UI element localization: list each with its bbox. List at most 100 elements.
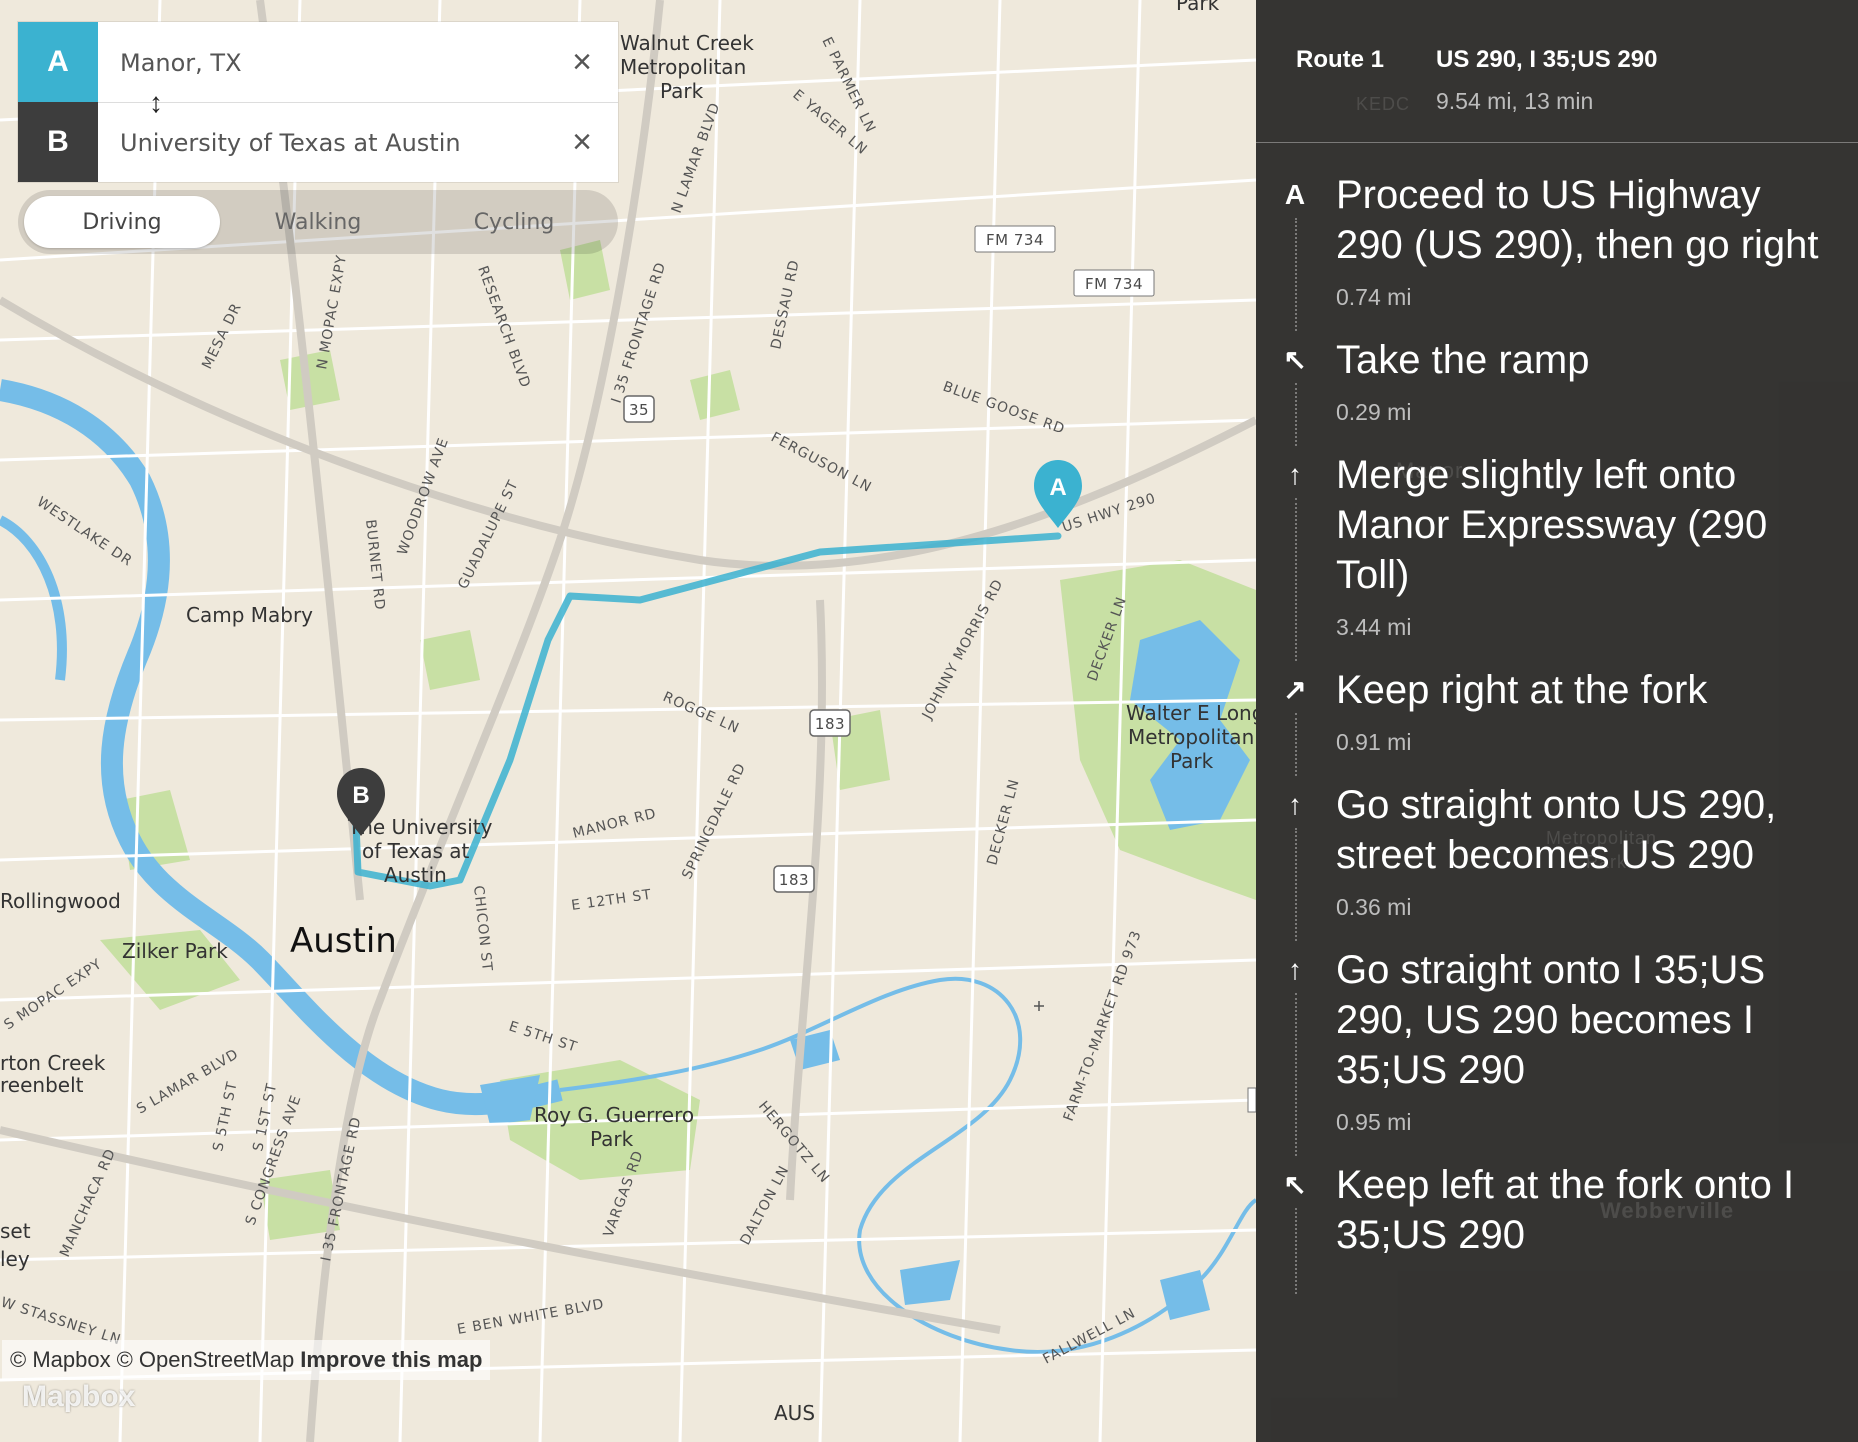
- straight-arrow-icon: ↑: [1288, 954, 1302, 985]
- profile-walking[interactable]: Walking: [220, 196, 416, 248]
- road-manchaca: MANCHACA RD: [57, 1146, 119, 1259]
- place-walter-long-2: Metropolitan: [1128, 725, 1254, 749]
- place-university-3: Austin: [384, 863, 447, 887]
- instruction-step[interactable]: ↗ Keep right at the fork 0.91 mi: [1256, 665, 1858, 780]
- destination-row: B ×: [18, 102, 618, 182]
- step-distance: 0.95 mi: [1336, 1109, 1412, 1135]
- shield-fm734-a: FM 734: [974, 225, 1056, 253]
- mapbox-logo[interactable]: Mapbox: [22, 1380, 135, 1414]
- step-instruction: Keep left at the fork onto I 35;US 290: [1336, 1163, 1795, 1257]
- instruction-step[interactable]: ↑ Go straight onto I 35;US 290, US 290 be…: [1256, 945, 1858, 1160]
- step-distance: 0.91 mi: [1336, 729, 1412, 755]
- instruction-step[interactable]: A Proceed to US Highway 290 (US 290), the…: [1256, 170, 1858, 335]
- road-manor-rd: MANOR RD: [571, 806, 658, 842]
- place-aus: AUS: [774, 1401, 815, 1425]
- step-connector: [1295, 713, 1297, 776]
- profile-driving[interactable]: Driving: [24, 196, 220, 248]
- shield-i35: 35: [623, 395, 655, 423]
- place-walter-long-1: Walter E Long: [1126, 701, 1256, 725]
- route-stats: 9.54 mi, 13 min: [1436, 88, 1594, 114]
- step-connector: [1295, 498, 1297, 661]
- place-barton-creek-1: rton Creek: [0, 1051, 106, 1075]
- road-dessau: DESSAU RD: [768, 258, 803, 351]
- step-connector: [1295, 1208, 1297, 1294]
- attribution-osm[interactable]: © OpenStreetMap: [117, 1347, 295, 1373]
- origin-clear-icon[interactable]: ×: [562, 42, 602, 82]
- destination-badge: B: [18, 102, 98, 182]
- origin-icon: A: [1284, 179, 1306, 210]
- straight-arrow-icon: ↑: [1288, 789, 1302, 820]
- svg-text:183: 183: [815, 715, 845, 733]
- road-s-mopac: S MOPAC EXPY: [1, 956, 105, 1033]
- svg-text:183: 183: [779, 871, 809, 889]
- place-university-2: of Texas at: [362, 839, 470, 863]
- route-name: Route 1: [1296, 46, 1385, 73]
- attribution-mapbox[interactable]: © Mapbox: [10, 1347, 111, 1373]
- step-instruction: Keep right at the fork: [1336, 668, 1708, 712]
- reverse-icon[interactable]: ↕: [142, 86, 170, 120]
- svg-text:35: 35: [629, 401, 649, 419]
- road-decker-b: DECKER LN: [984, 777, 1022, 867]
- instruction-step[interactable]: ↖ Keep left at the fork onto I 35;US 290: [1256, 1160, 1858, 1298]
- road-johnny-morris: JOHNNY MORRIS RD: [919, 576, 1007, 722]
- profile-switcher: Driving Walking Cycling: [18, 190, 618, 254]
- ramp-left-icon: ↖: [1283, 344, 1307, 375]
- svg-text:FM 734: FM 734: [986, 231, 1044, 249]
- profile-cycling[interactable]: Cycling: [416, 196, 612, 248]
- route-via: US 290, I 35;US 290: [1436, 46, 1658, 73]
- crosshair-icon: [1034, 1001, 1044, 1011]
- shield-us183-a: 183: [809, 709, 851, 737]
- road-e5th: E 5TH ST: [507, 1019, 580, 1056]
- step-distance: 3.44 mi: [1336, 614, 1412, 640]
- road-ferguson: FERGUSON LN: [768, 429, 874, 496]
- place-walnut-creek-3: Park: [660, 79, 704, 103]
- step-connector: [1295, 993, 1297, 1156]
- instruction-step[interactable]: ↑ Merge slightly left onto Manor Expressw…: [1256, 450, 1858, 665]
- road-westlake: WESTLAKE DR: [34, 494, 136, 570]
- road-s-5th: S 5TH ST: [210, 1080, 240, 1153]
- place-austin: Austin: [290, 921, 397, 961]
- place-sunset-valley-1: set: [0, 1219, 31, 1243]
- destination-clear-icon[interactable]: ×: [562, 122, 602, 162]
- place-barton-creek-2: reenbelt: [0, 1073, 84, 1097]
- road-mesa-dr: MESA DR: [199, 300, 245, 371]
- shield-us183-b: 183: [773, 865, 815, 893]
- road-n-mopac: N MOPAC EXPY: [314, 253, 350, 370]
- road-guadalupe: GUADALUPE ST: [455, 478, 522, 592]
- fork-right-icon: ↗: [1283, 674, 1307, 705]
- svg-text:FM 734: FM 734: [1085, 275, 1143, 293]
- place-walter-long-3: Park: [1170, 749, 1214, 773]
- instruction-step[interactable]: ↖ Take the ramp 0.29 mi: [1256, 335, 1858, 450]
- step-distance: 0.36 mi: [1336, 894, 1412, 920]
- road-e-ben-white: E BEN WHITE BLVD: [456, 1296, 606, 1338]
- place-sunset-valley-2: ley: [0, 1247, 30, 1271]
- road-fallwell: FALLWELL LN: [1040, 1305, 1138, 1367]
- route-summary[interactable]: Route 1 US 290, I 35;US 290 9.54 mi, 13 …: [1256, 0, 1858, 143]
- place-walnut-creek-1: Walnut Creek: [620, 31, 754, 55]
- destination-input[interactable]: [118, 124, 562, 162]
- place-park-top: Park: [1176, 0, 1220, 15]
- map-canvas[interactable]: 35 183 183 FM 734 FM 734 Austin Camp Mab…: [0, 0, 1256, 1442]
- step-distance: 0.29 mi: [1336, 399, 1412, 425]
- step-instruction: Proceed to US Highway 290 (US 290), then…: [1336, 173, 1819, 267]
- step-distance: 0.74 mi: [1336, 284, 1412, 310]
- step-connector: [1295, 218, 1297, 331]
- step-list: A Proceed to US Highway 290 (US 290), the…: [1256, 170, 1858, 1298]
- road-e12th: E 12TH ST: [570, 887, 653, 914]
- directions-inputs: A × B × ↕: [18, 22, 618, 182]
- step-instruction: Go straight onto US 290, street becomes …: [1336, 783, 1777, 877]
- road-chicon: CHICON ST: [470, 885, 495, 973]
- instructions-panel: KEDC Manor Webberville Metropolitan Park…: [1256, 0, 1858, 1442]
- improve-map-link[interactable]: Improve this map: [300, 1347, 482, 1373]
- origin-badge: A: [18, 22, 98, 102]
- road-farm-to-market: FARM-TO-MARKET RD 973: [1061, 928, 1145, 1123]
- fork-left-icon: ↖: [1283, 1169, 1307, 1200]
- road-dalton: DALTON LN: [737, 1163, 792, 1248]
- step-instruction: Go straight onto I 35;US 290, US 290 bec…: [1336, 948, 1766, 1092]
- place-roy-guerrero-2: Park: [590, 1127, 634, 1151]
- origin-row: A ×: [18, 22, 618, 103]
- origin-input[interactable]: [118, 44, 562, 82]
- instruction-step[interactable]: ↑ Go straight onto US 290, street becomes…: [1256, 780, 1858, 945]
- shield-fm734-b: FM 734: [1073, 269, 1155, 297]
- road-research: RESEARCH BLVD: [474, 264, 533, 391]
